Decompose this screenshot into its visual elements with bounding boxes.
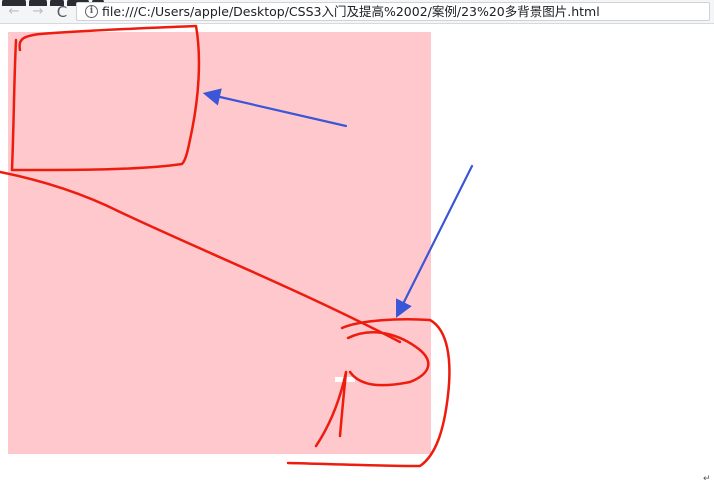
browser-toolbar: ← → C i file:///C:/Users/apple/Desktop/C… [0, 0, 714, 24]
corner-arrow-icon: ↵ [703, 474, 711, 484]
back-arrow-icon[interactable]: ← [6, 4, 22, 20]
info-icon[interactable]: i [85, 5, 98, 18]
page-content [0, 24, 714, 484]
url-text[interactable]: file:///C:/Users/apple/Desktop/CSS3入门及提高… [102, 4, 600, 19]
background-image-mark [335, 377, 355, 382]
browser-window: ← → C i file:///C:/Users/apple/Desktop/C… [0, 0, 714, 484]
background-box [8, 32, 431, 454]
forward-arrow-icon[interactable]: → [30, 4, 46, 20]
reload-icon[interactable]: C [54, 4, 70, 20]
address-bar[interactable]: i file:///C:/Users/apple/Desktop/CSS3入门及… [76, 2, 710, 21]
